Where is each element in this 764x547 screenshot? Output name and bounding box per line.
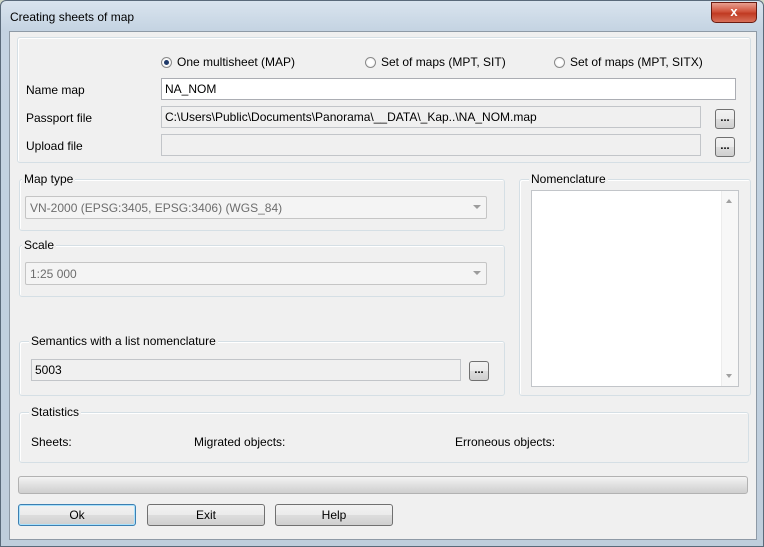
- semantics-group: Semantics with a list nomenclature 5003 …: [19, 334, 505, 396]
- radio-label: Set of maps (MPT, SITX): [570, 55, 703, 69]
- semantics-label: Semantics with a list nomenclature: [29, 334, 218, 348]
- semantics-field[interactable]: 5003: [31, 359, 461, 381]
- map-type-group: Map type VN-2000 (EPSG:3405, EPSG:3406) …: [19, 172, 505, 231]
- radio-selected-icon: [161, 56, 172, 68]
- close-icon: x: [730, 4, 738, 19]
- scale-value: 1:25 000: [30, 267, 77, 281]
- nomenclature-label: Nomenclature: [529, 172, 608, 186]
- chevron-down-icon: [473, 205, 481, 209]
- scale-select[interactable]: 1:25 000: [25, 262, 487, 285]
- map-type-value: VN-2000 (EPSG:3405, EPSG:3406) (WGS_84): [30, 201, 283, 215]
- scroll-down-icon[interactable]: [726, 374, 732, 378]
- file-settings-group: One multisheet (MAP) Set of maps (MPT, S…: [17, 37, 751, 163]
- radio-set-of-maps-sitx[interactable]: Set of maps (MPT, SITX): [554, 55, 703, 69]
- scale-label: Scale: [22, 238, 57, 252]
- radio-label: Set of maps (MPT, SIT): [381, 55, 506, 69]
- erroneous-objects-label: Erroneous objects:: [455, 435, 556, 449]
- passport-file-label: Passport file: [26, 111, 93, 125]
- sheets-label: Sheets:: [31, 435, 72, 449]
- exit-button[interactable]: Exit: [147, 504, 265, 526]
- upload-file-label: Upload file: [26, 139, 83, 153]
- radio-unselected-icon: [365, 56, 376, 68]
- chevron-down-icon: [473, 271, 481, 275]
- upload-file-field[interactable]: [161, 134, 701, 156]
- radio-one-multisheet[interactable]: One multisheet (MAP): [161, 55, 295, 69]
- progress-bar: [18, 476, 748, 494]
- statistics-group: Statistics Sheets: Migrated objects: Err…: [19, 405, 749, 463]
- nomenclature-group: Nomenclature: [519, 172, 751, 396]
- radio-label: One multisheet (MAP): [177, 55, 296, 69]
- dialog-window: Creating sheets of map x One multisheet …: [0, 0, 764, 547]
- map-type-label: Map type: [22, 172, 76, 186]
- help-button[interactable]: Help: [275, 504, 393, 526]
- radio-unselected-icon: [554, 56, 565, 68]
- name-map-input[interactable]: NA_NOM: [161, 78, 736, 100]
- statistics-label: Statistics: [29, 405, 82, 419]
- dialog-client-area: One multisheet (MAP) Set of maps (MPT, S…: [9, 31, 757, 540]
- ok-button[interactable]: Ok: [18, 504, 136, 526]
- nomenclature-scrollbar[interactable]: [721, 191, 738, 386]
- semantics-browse-button[interactable]: ...: [469, 361, 489, 381]
- map-type-select[interactable]: VN-2000 (EPSG:3405, EPSG:3406) (WGS_84): [25, 196, 487, 219]
- close-button[interactable]: x: [711, 2, 757, 23]
- name-map-label: Name map: [26, 83, 85, 97]
- browse-upload-button[interactable]: ...: [715, 137, 735, 157]
- passport-file-field[interactable]: C:\Users\Public\Documents\Panorama\__DAT…: [161, 106, 701, 128]
- nomenclature-list[interactable]: [531, 190, 739, 387]
- scale-group: Scale 1:25 000: [19, 238, 505, 297]
- browse-passport-button[interactable]: ...: [715, 109, 735, 129]
- title-bar[interactable]: Creating sheets of map x: [1, 1, 763, 31]
- migrated-objects-label: Migrated objects:: [194, 435, 286, 449]
- radio-set-of-maps-sit[interactable]: Set of maps (MPT, SIT): [365, 55, 506, 69]
- window-title: Creating sheets of map: [10, 10, 135, 24]
- scroll-up-icon[interactable]: [726, 199, 732, 203]
